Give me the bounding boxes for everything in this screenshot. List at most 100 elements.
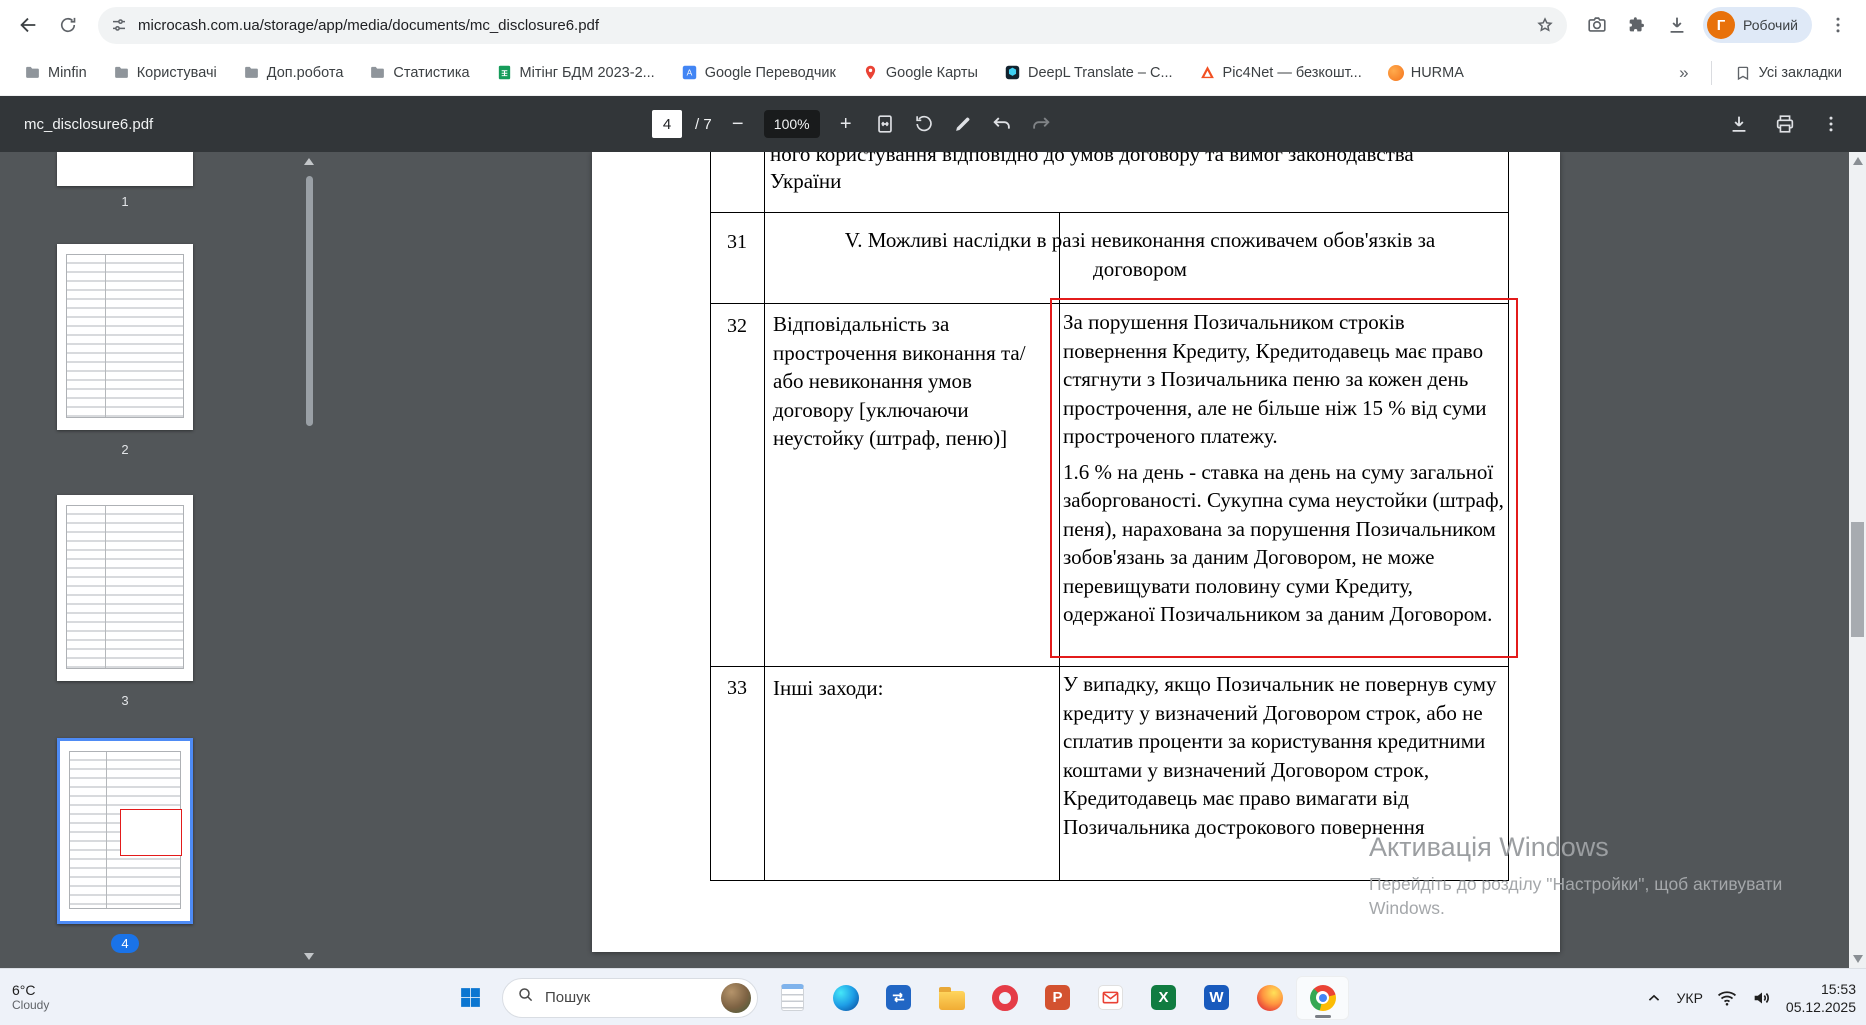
taskbar-app-word[interactable]: W bbox=[1190, 976, 1243, 1020]
weather-widget[interactable]: 6°C Cloudy bbox=[12, 982, 49, 1012]
taskbar-app-notepad[interactable] bbox=[766, 976, 819, 1020]
zoom-in-button[interactable]: + bbox=[833, 111, 859, 137]
profile-chip[interactable]: Г Робочий bbox=[1703, 7, 1812, 43]
bookmark-hurma[interactable]: HURMA bbox=[1378, 60, 1474, 86]
table-border bbox=[764, 152, 765, 880]
bookmark-meeting-sheet[interactable]: Мітінг БДМ 2023-2... bbox=[486, 59, 665, 86]
browser-menu-button[interactable] bbox=[1820, 7, 1856, 43]
all-bookmarks-label: Усі закладки bbox=[1758, 64, 1842, 81]
bookmark-google-translate[interactable]: A Google Переводчик bbox=[671, 59, 846, 86]
extensions-button[interactable] bbox=[1619, 7, 1655, 43]
taskbar-app-file-explorer[interactable] bbox=[925, 976, 978, 1020]
pdf-toolbar-right bbox=[1726, 111, 1844, 137]
edge-icon bbox=[832, 984, 859, 1011]
windows-activation-watermark: Активація Windows Перейдіть до розділу "… bbox=[1369, 832, 1782, 920]
sidebar-scrollbar[interactable] bbox=[304, 156, 315, 962]
print-icon[interactable] bbox=[1772, 111, 1798, 137]
sidebar-scrollbar-thumb[interactable] bbox=[306, 176, 313, 426]
taskbar-app-edge[interactable] bbox=[819, 976, 872, 1020]
folder-icon bbox=[938, 986, 965, 1010]
refresh-button[interactable] bbox=[50, 7, 86, 43]
thumbnail-label-1: 1 bbox=[121, 194, 129, 209]
page-thumbnail-4-selected[interactable] bbox=[57, 738, 193, 924]
notepad-icon bbox=[781, 984, 804, 1011]
taskbar-app-chrome[interactable] bbox=[1296, 975, 1349, 1020]
more-menu-icon[interactable] bbox=[1818, 111, 1844, 137]
page-number-input[interactable]: 4 bbox=[652, 110, 682, 138]
zoom-out-button[interactable]: − bbox=[725, 111, 751, 137]
pdf-viewer: 1 2 3 4 ного користування відповідно до … bbox=[0, 152, 1866, 968]
undo-icon[interactable] bbox=[989, 111, 1015, 137]
page-thumbnail-3[interactable] bbox=[57, 495, 193, 681]
url-bar[interactable]: microcash.com.ua/storage/app/media/docum… bbox=[98, 6, 1568, 44]
back-button[interactable] bbox=[10, 7, 46, 43]
page-thumbnail-1[interactable] bbox=[57, 152, 193, 186]
download-icon bbox=[1670, 17, 1684, 33]
bookmark-extra-work[interactable]: Доп.робота bbox=[233, 59, 354, 86]
bookmark-users[interactable]: Користувачі bbox=[103, 59, 227, 86]
table-border bbox=[710, 152, 711, 880]
folder-icon bbox=[243, 64, 260, 81]
thumbnail-label-4: 4 bbox=[57, 934, 193, 953]
taskbar-search[interactable]: Пошук bbox=[502, 977, 758, 1018]
bookmark-deepl[interactable]: DeepL Translate – С... bbox=[994, 59, 1183, 86]
taskbar-app-remote-tool[interactable] bbox=[872, 976, 925, 1020]
excel-icon: X bbox=[1151, 985, 1176, 1010]
taskbar-app-powerpoint[interactable]: P bbox=[1031, 976, 1084, 1020]
taskbar-app-opera[interactable] bbox=[978, 976, 1031, 1020]
map-pin-icon bbox=[862, 64, 879, 81]
scroll-down-arrow[interactable] bbox=[1852, 955, 1863, 963]
fit-page-icon[interactable] bbox=[872, 111, 898, 137]
pdf-filename: mc_disclosure6.pdf bbox=[24, 115, 154, 133]
page-thumbnail-2[interactable] bbox=[57, 244, 193, 430]
row-value: У випадку, якщо Позичальник не повернув … bbox=[1063, 672, 1497, 839]
pdf-toolbar-center: 4 / 7 − 100% + bbox=[652, 110, 1054, 138]
taskbar-apps: Пошук P X W bbox=[446, 969, 1349, 1025]
bookmark-label: HURMA bbox=[1410, 64, 1464, 81]
avatar: Г bbox=[1707, 11, 1736, 39]
bookmarks-overflow-chevron[interactable]: » bbox=[1669, 63, 1698, 83]
taskbar-app-firefox[interactable] bbox=[1243, 976, 1296, 1020]
camera-icon bbox=[1588, 17, 1606, 32]
search-daily-image bbox=[721, 982, 751, 1013]
language-indicator[interactable]: УКР bbox=[1677, 990, 1703, 1006]
scroll-down-arrow[interactable] bbox=[304, 953, 314, 960]
network-icon[interactable] bbox=[1716, 987, 1738, 1009]
scroll-up-arrow[interactable] bbox=[304, 158, 314, 165]
bookmark-label: DeepL Translate – С... bbox=[1027, 64, 1173, 81]
bookmark-statistics[interactable]: Статистика bbox=[359, 59, 479, 86]
bookmark-label: Minfin bbox=[48, 64, 87, 81]
download-icon[interactable] bbox=[1726, 111, 1752, 137]
svg-text:A: A bbox=[686, 68, 692, 78]
bookmark-pic4net[interactable]: Pic4Net — безкошт... bbox=[1189, 59, 1372, 86]
clock[interactable]: 15:53 05.12.2025 bbox=[1786, 980, 1856, 1016]
taskbar-app-excel[interactable]: X bbox=[1137, 976, 1190, 1020]
page-scrollbar-thumb[interactable] bbox=[1851, 522, 1864, 637]
site-settings-icon[interactable] bbox=[110, 16, 128, 34]
remote-tool-icon bbox=[886, 985, 911, 1010]
bookmark-google-maps[interactable]: Google Карты bbox=[852, 59, 988, 86]
redo-icon[interactable] bbox=[1028, 111, 1054, 137]
hurma-icon bbox=[1387, 64, 1404, 81]
page-scrollbar[interactable] bbox=[1849, 152, 1866, 968]
rotate-icon[interactable] bbox=[911, 111, 937, 137]
start-button[interactable] bbox=[446, 976, 494, 1020]
bookmark-label: Мітінг БДМ 2023-2... bbox=[519, 64, 655, 81]
tray-chevron-icon[interactable] bbox=[1644, 988, 1664, 1008]
bookmark-minfin[interactable]: Minfin bbox=[14, 59, 97, 86]
thumbnail-content bbox=[66, 254, 184, 418]
screenshot-camera-button[interactable] bbox=[1579, 7, 1615, 43]
bookmark-label: Доп.робота bbox=[266, 64, 344, 81]
zoom-level[interactable]: 100% bbox=[763, 110, 820, 138]
word-icon: W bbox=[1204, 985, 1229, 1010]
scroll-up-arrow[interactable] bbox=[1852, 157, 1863, 165]
taskbar-app-mail[interactable] bbox=[1084, 976, 1137, 1020]
folder-icon bbox=[24, 64, 41, 81]
search-icon bbox=[517, 986, 535, 1009]
all-bookmarks-button[interactable]: Усі закладки bbox=[1724, 59, 1852, 87]
thumbnail-highlight-mark bbox=[119, 809, 183, 857]
bookmark-star-icon[interactable] bbox=[1535, 15, 1555, 35]
annotate-pen-icon[interactable] bbox=[950, 111, 976, 137]
downloads-button[interactable] bbox=[1659, 7, 1695, 43]
volume-icon[interactable] bbox=[1751, 987, 1773, 1009]
